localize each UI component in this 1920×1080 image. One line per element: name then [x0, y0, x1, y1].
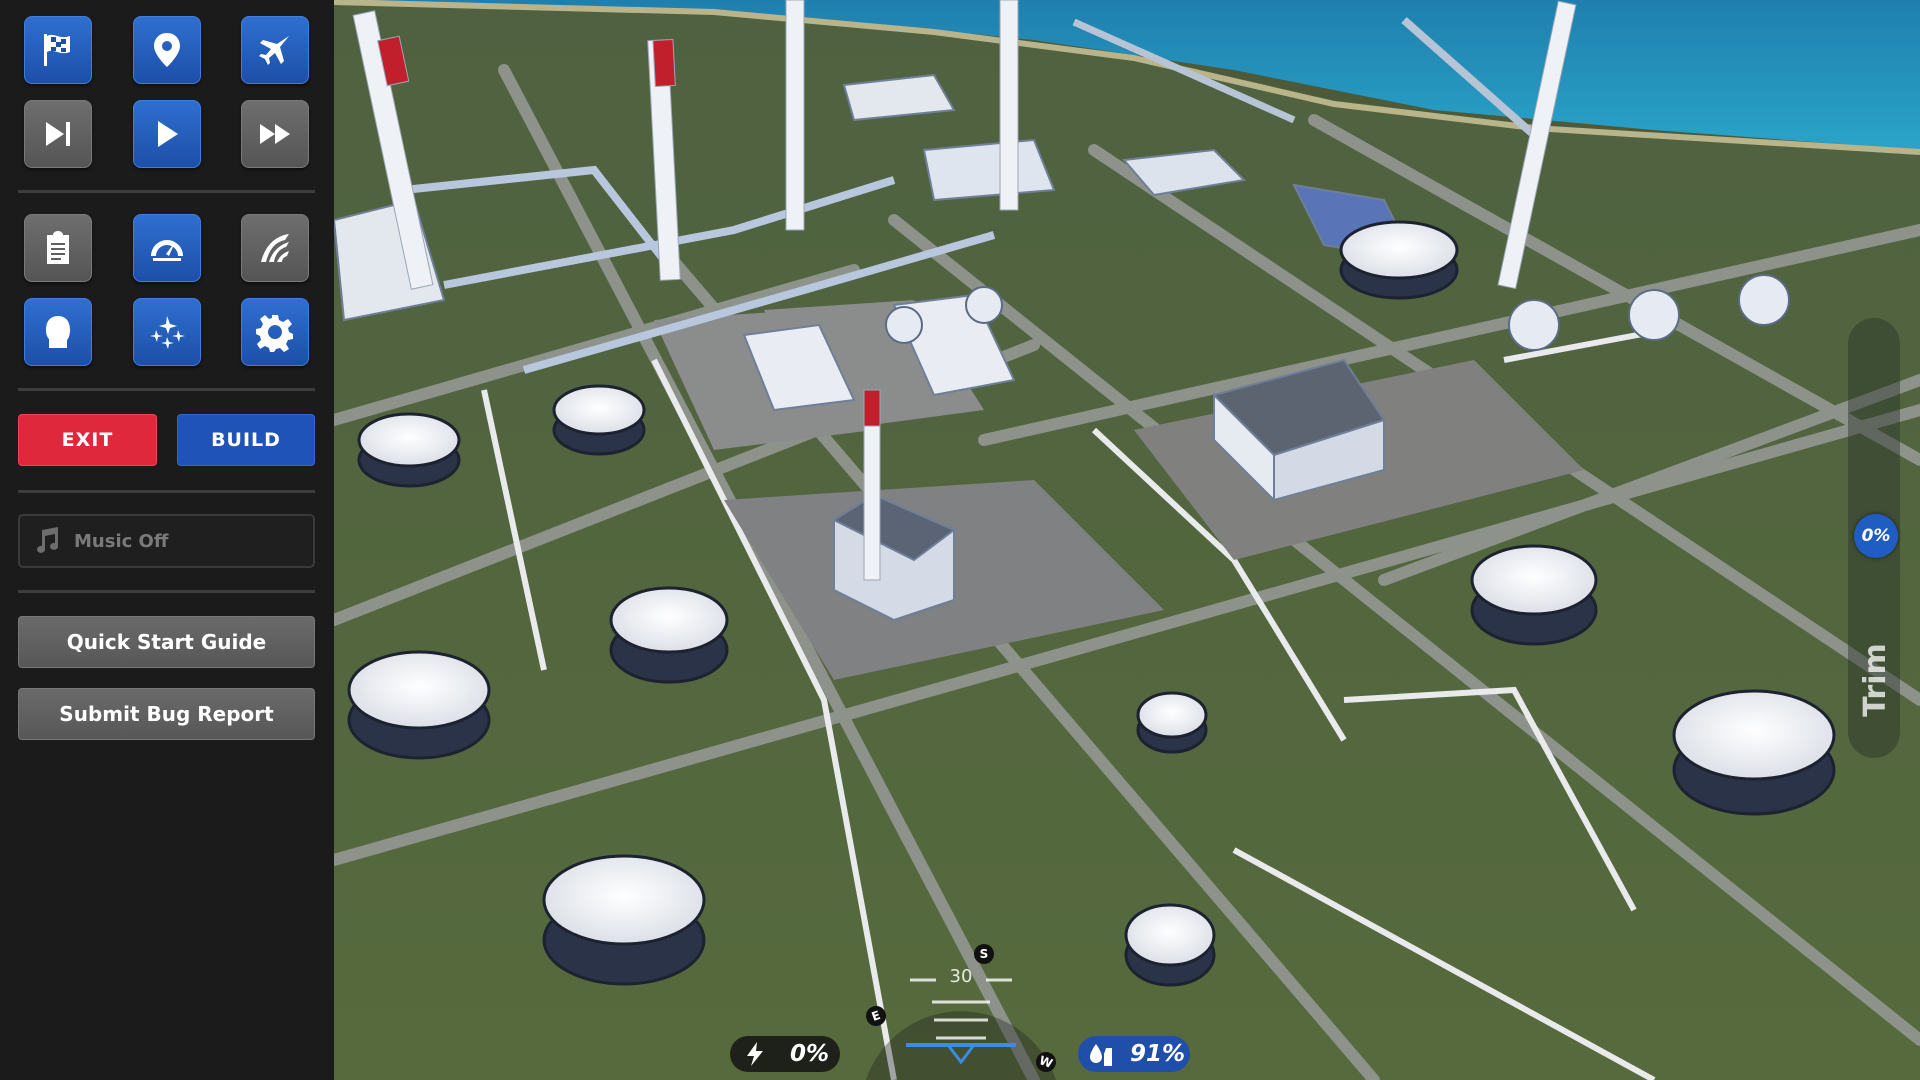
skip-forward-icon — [46, 122, 70, 146]
map-pin-icon — [154, 33, 180, 67]
jet-plane-icon — [259, 36, 289, 65]
game-viewport[interactable] — [334, 0, 1920, 1080]
speedometer-icon — [151, 240, 183, 261]
checkered-flag-icon — [44, 34, 70, 66]
left-control-panel: EXIT BUILD Music Off Quick Start Guide S… — [0, 0, 334, 1080]
skip-forward-button[interactable] — [24, 100, 92, 168]
music-label: Music Off — [74, 530, 169, 552]
speedometer-button[interactable] — [133, 214, 201, 282]
fuel-indicator: 91% — [1078, 1036, 1190, 1072]
fast-forward-button[interactable] — [241, 100, 309, 168]
lightning-bolt-icon — [747, 1042, 763, 1066]
music-note-icon — [32, 526, 62, 556]
map-pin-button[interactable] — [133, 16, 201, 84]
clipboard-button[interactable] — [24, 214, 92, 282]
exit-button[interactable]: EXIT — [18, 414, 157, 466]
trim-label: Trim — [1857, 643, 1893, 717]
submit-bug-report-button[interactable]: Submit Bug Report — [18, 688, 315, 740]
play-button[interactable] — [133, 100, 201, 168]
music-toggle[interactable]: Music Off — [18, 514, 315, 568]
settings-gear-button[interactable] — [241, 298, 309, 366]
build-button[interactable]: BUILD — [177, 414, 315, 466]
flight-path-icon — [261, 234, 289, 262]
compass-heading-s: S — [974, 944, 994, 964]
settings-gear-icon — [256, 315, 293, 352]
pilot-head-icon — [46, 316, 70, 348]
trim-value: 0% — [1854, 514, 1898, 558]
checkered-flag-button[interactable] — [24, 16, 92, 84]
fuel-drop-icon — [1090, 1044, 1112, 1066]
panel-divider — [18, 490, 315, 493]
jets-formation-button[interactable] — [133, 298, 201, 366]
pitch-value: 30 — [949, 966, 973, 987]
attitude-compass: 30 S E W — [856, 940, 1066, 1080]
panel-divider — [18, 190, 315, 193]
play-icon — [158, 121, 178, 147]
refinery-scene — [334, 0, 1920, 1080]
jets-formation-icon — [150, 316, 185, 349]
clipboard-icon — [47, 231, 69, 264]
quick-start-guide-button[interactable]: Quick Start Guide — [18, 616, 315, 668]
power-value: 0% — [790, 1041, 830, 1067]
flight-path-button[interactable] — [241, 214, 309, 282]
pilot-head-button[interactable] — [24, 298, 92, 366]
fuel-value: 91% — [1130, 1041, 1186, 1067]
panel-divider — [18, 388, 315, 391]
compass-dial — [866, 978, 1056, 1080]
fast-forward-icon — [260, 124, 290, 144]
power-indicator: 0% — [730, 1036, 840, 1072]
jet-plane-button[interactable] — [241, 16, 309, 84]
panel-divider — [18, 590, 315, 593]
